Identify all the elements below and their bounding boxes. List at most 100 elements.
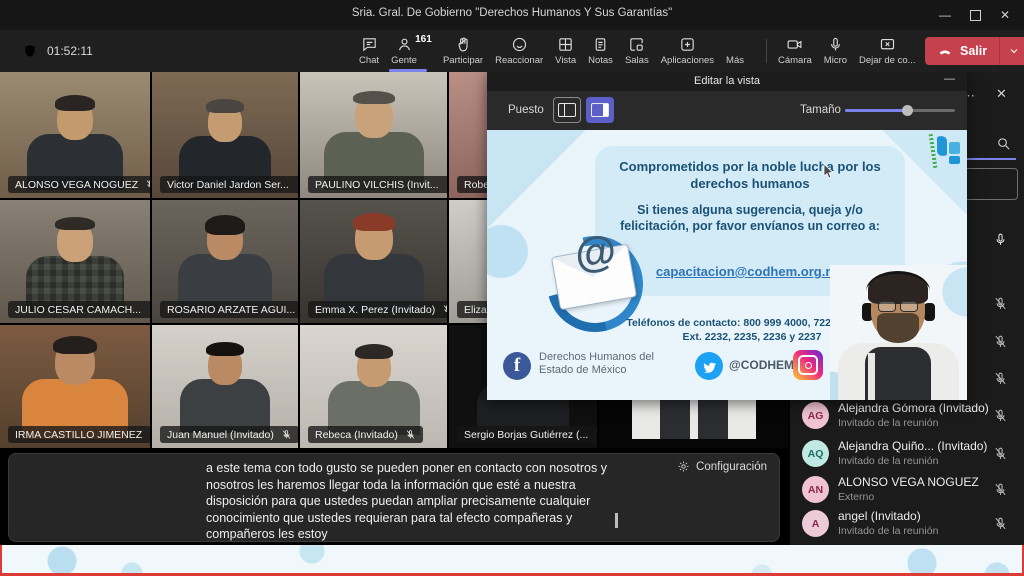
leave-button[interactable]: Salir <box>925 37 1024 65</box>
view-button[interactable]: Vista <box>549 30 582 72</box>
raise-hand-button[interactable]: Participar <box>437 30 489 72</box>
mic-muted-icon <box>442 304 447 315</box>
mic-muted-icon[interactable] <box>993 296 1008 311</box>
person-silhouette <box>22 339 128 439</box>
more-actions-button[interactable]: Más <box>720 30 750 72</box>
meeting-timer: 01:52:11 <box>22 30 93 72</box>
stop-sharing-button[interactable]: Dejar de co... <box>853 30 922 72</box>
chat-button[interactable]: Chat <box>353 30 385 72</box>
presenter-torso-shape <box>838 343 959 400</box>
facebook-text: Derechos Humanos del Estado de México <box>539 351 689 377</box>
logo-bar-shape <box>937 135 947 156</box>
window-title: Sria. Gral. De Gobierno "Derechos Humano… <box>0 7 1024 19</box>
caption-caret <box>615 513 618 528</box>
video-tile[interactable]: JULIO CESAR CAMACH... <box>0 200 150 323</box>
meeting-toolbar: 01:52:11 Chat 161 Gente Participar Reacc… <box>0 30 1024 72</box>
video-tile[interactable]: Victor Daniel Jardon Ser... <box>152 72 298 198</box>
notes-icon <box>592 36 609 53</box>
mic-muted-icon <box>405 429 416 440</box>
mic-muted-icon[interactable] <box>993 408 1008 423</box>
mic-muted-icon[interactable] <box>993 482 1008 497</box>
video-tile[interactable]: ALONSO VEGA NOGUEZ <box>0 72 150 198</box>
raised-hand-icon <box>455 36 472 53</box>
smiley-icon <box>511 36 528 53</box>
participant-row[interactable]: A angel (Invitado) Invitado de la reunió… <box>790 506 1024 542</box>
microphone-button[interactable]: Micro <box>818 30 853 72</box>
rooms-button[interactable]: Salas <box>619 30 655 72</box>
mic-muted-icon <box>446 179 447 190</box>
captions-settings-button[interactable]: Configuración <box>677 460 767 473</box>
video-tile[interactable]: Juan Manuel (Invitado) <box>152 325 298 448</box>
mic-muted-icon <box>145 179 150 190</box>
layout-left-option[interactable] <box>553 97 581 123</box>
presenter-video[interactable] <box>830 265 967 400</box>
active-tab-underline <box>389 69 427 72</box>
video-tile[interactable]: ROSARIO ARZATE AGUI... <box>152 200 298 323</box>
mic-on-icon[interactable] <box>993 232 1008 247</box>
window-close-button[interactable]: ✕ <box>990 4 1020 26</box>
toolbar-device-group: Cámara Micro Dejar de co... <box>772 30 922 72</box>
participant-name-label: PAULINO VILCHIS (Invit... <box>308 176 447 193</box>
slide-body-text: Si tienes alguna sugerencia, queja y/o f… <box>619 202 881 234</box>
apps-plus-icon <box>679 36 696 53</box>
participant-name-label: ALONSO VEGA NOGUEZ <box>8 176 150 193</box>
mic-muted-icon <box>148 304 150 315</box>
mic-muted-icon[interactable] <box>993 371 1008 386</box>
person-silhouette <box>180 345 270 433</box>
mic-muted-icon <box>281 429 292 440</box>
leave-button-main[interactable]: Salir <box>925 43 999 59</box>
hangup-icon <box>937 43 953 59</box>
layout-right-option-selected[interactable] <box>586 97 614 123</box>
participant-name-label: Victor Daniel Jardon Ser... <box>160 176 298 193</box>
layout-right-icon <box>591 103 609 117</box>
video-tile[interactable]: IRMA CASTILLO JIMENEZ <box>0 325 150 448</box>
search-icon[interactable] <box>996 136 1011 151</box>
meeting-timer-value: 01:52:11 <box>47 44 93 58</box>
mic-muted-icon[interactable] <box>993 334 1008 349</box>
headset-cup-shape <box>924 303 935 321</box>
video-tile[interactable]: Emma X. Perez (Invitado) <box>300 200 447 323</box>
participant-row[interactable]: AQ Alejandra Quiño... (Invitado) Invitad… <box>790 436 1024 472</box>
presenter-head-shape <box>871 279 925 341</box>
participant-row[interactable]: AG Alejandra Gómora (Invitado) Invitado … <box>790 398 1024 434</box>
participant-name-label: Rebeca (Invitado) <box>308 426 423 443</box>
participant-row[interactable]: AN ALONSO VEGA NOGUEZ Externo <box>790 472 1024 508</box>
size-label: Tamaño <box>800 104 841 116</box>
slide-heading: Comprometidos por la noble lucha por los… <box>605 158 895 192</box>
mic-muted-icon <box>149 429 150 440</box>
shared-content-preview: Comprometidos por la noble lucha por los… <box>487 130 967 400</box>
apps-button[interactable]: Aplicaciones <box>655 30 720 72</box>
mouse-cursor <box>823 164 835 180</box>
mic-muted-icon <box>296 179 298 190</box>
edit-view-header[interactable]: Editar la vista — <box>487 72 967 91</box>
mic-muted-icon[interactable] <box>993 446 1008 461</box>
video-tile[interactable]: Rebeca (Invitado) <box>300 325 447 448</box>
at-symbol: @ <box>573 226 619 278</box>
chat-icon <box>361 36 378 53</box>
camera-button[interactable]: Cámara <box>772 30 818 72</box>
video-tile[interactable]: PAULINO VILCHIS (Invit... <box>300 72 447 198</box>
slider-thumb[interactable] <box>902 105 913 116</box>
react-button[interactable]: Reaccionar <box>489 30 549 72</box>
size-slider[interactable] <box>845 109 955 112</box>
panel-close-icon[interactable]: ✕ <box>996 86 1007 102</box>
leave-options-chevron[interactable] <box>1000 45 1024 57</box>
participant-name-label: Sergio Borjas Gutiérrez (... <box>457 426 597 443</box>
window-minimize-button[interactable]: — <box>930 4 960 26</box>
avatar: A <box>802 510 829 537</box>
edit-view-minimize-button[interactable]: — <box>944 73 955 85</box>
layout-left-icon <box>558 103 576 117</box>
mic-muted-icon[interactable] <box>993 516 1008 531</box>
twitter-handle: @CODHEM <box>729 359 794 372</box>
person-silhouette <box>324 216 424 312</box>
participant-name-label: ROSARIO ARZATE AGUI... <box>160 301 298 318</box>
person-silhouette <box>178 218 272 310</box>
participant-count-badge: 161 <box>415 34 432 45</box>
notes-button[interactable]: Notas <box>582 30 619 72</box>
participant-name-label: Juan Manuel (Invitado) <box>160 426 298 443</box>
live-captions-panel: a este tema con todo gusto se pueden pon… <box>8 453 780 542</box>
window-maximize-button[interactable] <box>960 4 990 26</box>
avatar: AG <box>802 402 829 429</box>
people-button[interactable]: 161 Gente <box>385 30 437 72</box>
slider-fill <box>845 109 908 112</box>
